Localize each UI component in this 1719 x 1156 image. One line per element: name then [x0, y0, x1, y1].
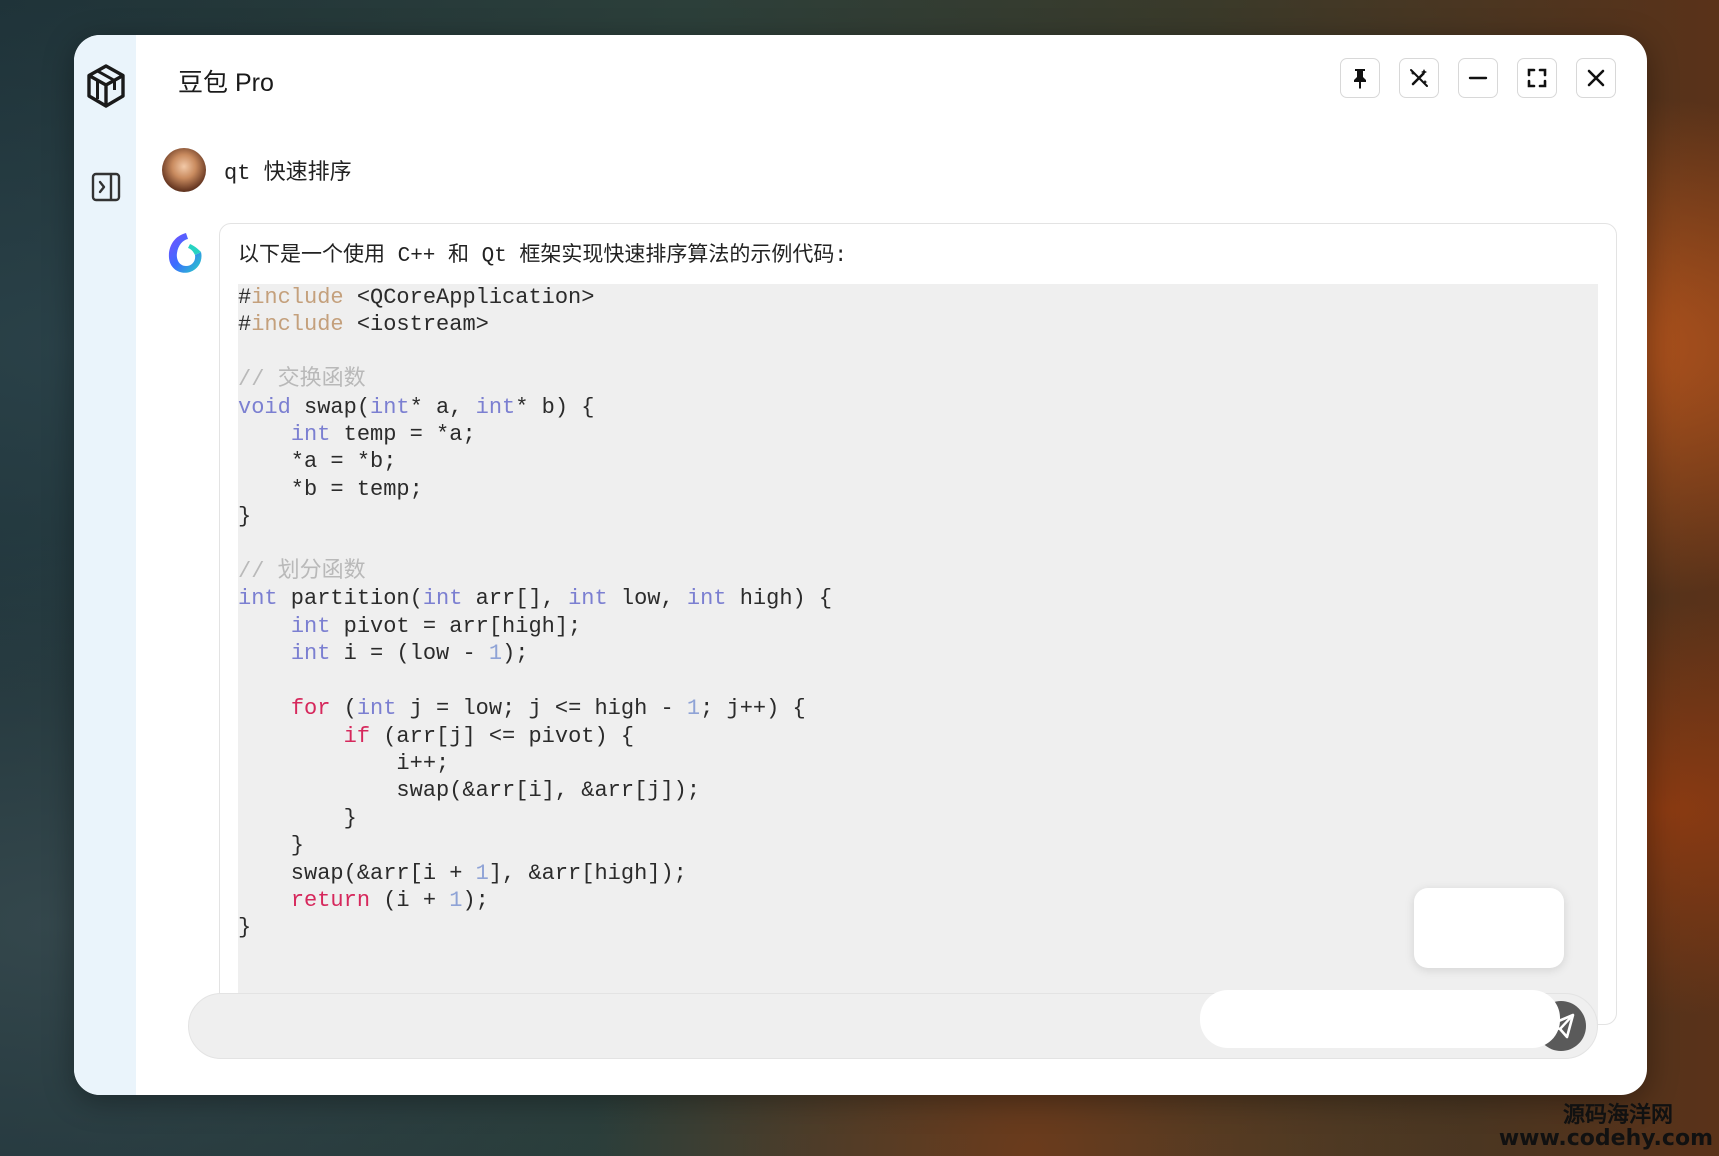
assistant-logo-icon [168, 233, 202, 273]
code-line: } [238, 915, 252, 941]
close-button[interactable] [1576, 58, 1616, 98]
pin-icon [1354, 69, 1366, 89]
code-line: } [238, 805, 357, 831]
fullscreen-icon [1527, 68, 1547, 88]
floating-card [1414, 888, 1564, 968]
code-line: return (i + 1); [290, 887, 489, 913]
code-line: int i = (low - 1); [290, 641, 529, 667]
code-line: for (int j = low; j <= high - 1; j++) { [290, 696, 806, 722]
code-line: int temp = *a; [290, 422, 476, 448]
code-line: void swap(int* a, int* b) { [238, 394, 595, 420]
minus-icon [1468, 76, 1488, 80]
code-line: #include <iostream> [238, 312, 489, 338]
code-line: *a = *b; [238, 449, 397, 475]
code-line: int pivot = arr[high]; [290, 613, 582, 639]
pin-button[interactable] [1340, 58, 1380, 98]
code-line: // 划分函数 [238, 559, 366, 585]
code-line: // 交换函数 [238, 367, 366, 393]
cube-icon[interactable] [86, 63, 126, 109]
floating-strip [1200, 990, 1560, 1048]
code-line: *b = temp; [238, 476, 423, 502]
user-message: qt 快速排序 [162, 147, 352, 193]
fullscreen-button[interactable] [1517, 58, 1557, 98]
code-line: if (arr[j] <= pivot) { [343, 723, 635, 749]
app-window: 豆包 Pro qt 快速排序 以下是一个使用 C++ 和 Qt 框架实现快速排序… [74, 35, 1647, 1095]
code-block: #include <QCoreApplication> #include <ios… [238, 284, 1598, 1024]
panel-expand-icon[interactable] [91, 172, 121, 202]
code-line: int partition(int arr[], int low, int hi… [238, 586, 833, 612]
clear-button[interactable] [1399, 58, 1439, 98]
code-content: #include <QCoreApplication> #include <ios… [238, 284, 1598, 942]
code-line: } [238, 833, 305, 859]
code-line: swap(&arr[i], &arr[j]); [238, 778, 701, 804]
code-line: i++; [238, 750, 450, 776]
close-icon [1587, 69, 1605, 87]
sidebar-rail [74, 35, 136, 1095]
code-line: #include <QCoreApplication> [238, 285, 595, 310]
assistant-answer: 以下是一个使用 C++ 和 Qt 框架实现快速排序算法的示例代码: #inclu… [219, 223, 1617, 1025]
watermark: 源码海洋网 www.codehy.com [1499, 1104, 1713, 1150]
code-line: swap(&arr[i + 1], &arr[high]); [238, 860, 687, 886]
watermark-url: www.codehy.com [1498, 1125, 1713, 1151]
watermark-title: 源码海洋网 [1562, 1102, 1673, 1128]
magic-wand-off-icon [1410, 69, 1428, 87]
minimize-button[interactable] [1458, 58, 1498, 98]
avatar [162, 148, 206, 192]
code-line: } [238, 504, 252, 530]
window-title: 豆包 Pro [178, 69, 274, 97]
user-message-text: qt 快速排序 [224, 161, 352, 186]
answer-intro: 以下是一个使用 C++ 和 Qt 框架实现快速排序算法的示例代码: [238, 245, 848, 268]
